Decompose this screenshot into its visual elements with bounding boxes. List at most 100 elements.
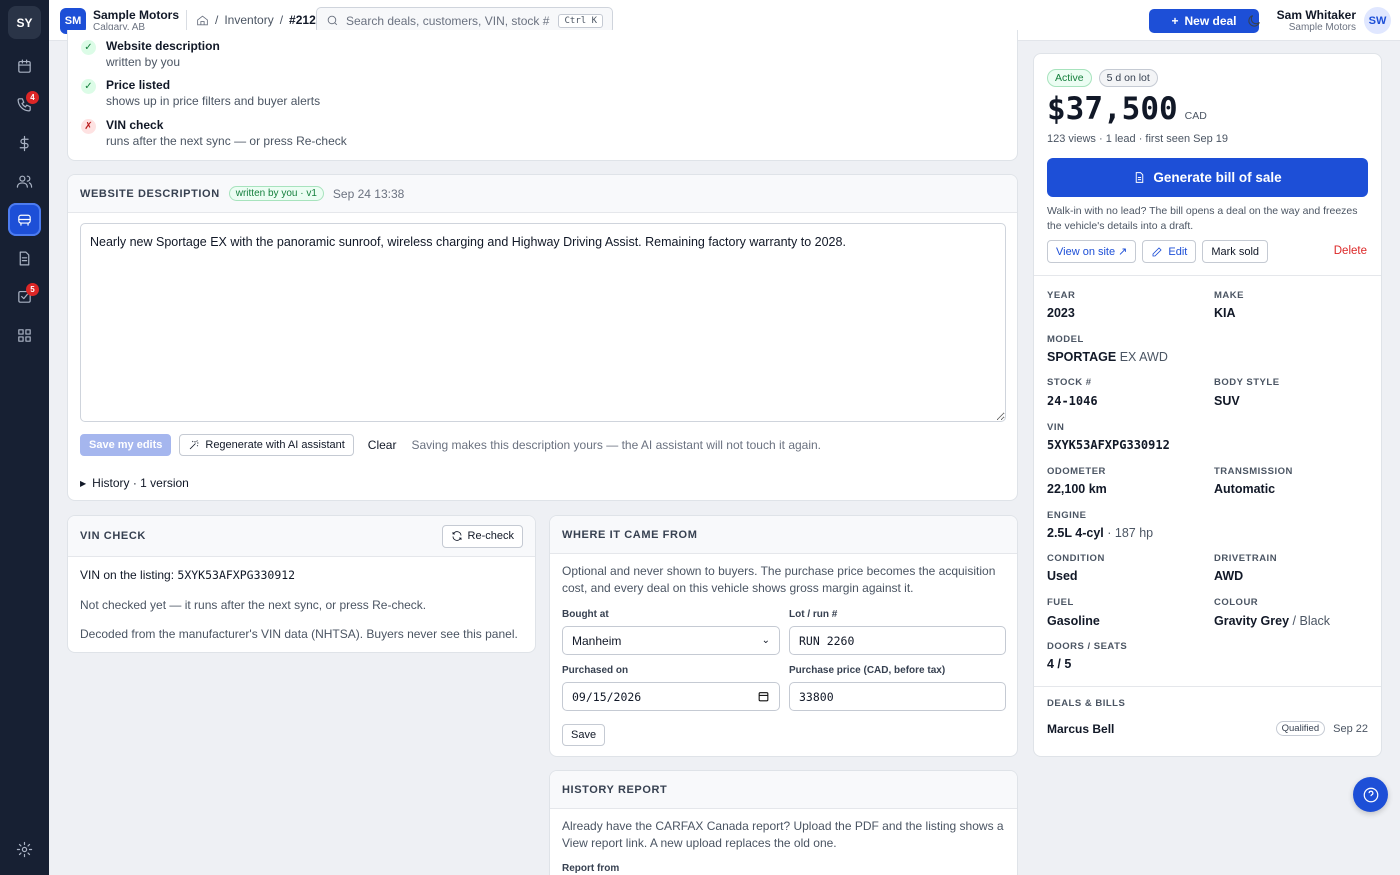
breadcrumb-sep: / (215, 13, 219, 27)
engine-size: 2.5L 4-cyl (1047, 526, 1104, 540)
card-title: VIN CHECK (80, 530, 146, 542)
edit-button[interactable]: Edit (1142, 240, 1197, 263)
cross-icon: ✗ (81, 119, 96, 134)
check-icon: ✓ (81, 79, 96, 94)
tasks-nav[interactable]: 5 (8, 280, 41, 313)
users-icon (16, 175, 33, 188)
apps-nav[interactable] (8, 319, 41, 352)
model-trim: EX AWD (1119, 350, 1168, 364)
make-label: MAKE (1214, 290, 1244, 301)
odometer-value: 22,100 km (1047, 482, 1107, 496)
grid-icon (18, 329, 31, 342)
card-title: HISTORY REPORT (562, 783, 668, 796)
plus-icon: + (1171, 14, 1179, 28)
delete-button[interactable]: Delete (1334, 245, 1367, 257)
user-avatar[interactable]: SW (1364, 7, 1391, 34)
price-currency: CAD (1184, 110, 1207, 122)
bought-at-label: Bought at (562, 609, 609, 620)
moon-icon (1248, 15, 1260, 27)
recheck-button[interactable]: Re-check (441, 524, 523, 548)
save-origin-button[interactable]: Save (562, 724, 606, 746)
history-toggle[interactable]: ▶ History · 1 version (80, 476, 189, 490)
car-icon (18, 214, 31, 226)
checklist-item: ✓ Website description written by you (81, 39, 220, 71)
checklist-detail: written by you (106, 55, 181, 69)
vin-label: VIN (1047, 422, 1065, 433)
make-value: KIA (1214, 306, 1236, 320)
settings-nav[interactable] (8, 833, 41, 866)
mark-sold-button[interactable]: Mark sold (1202, 240, 1269, 263)
chevron-down-icon: ⌄ (761, 635, 770, 646)
purchase-price-label: Purchase price (CAD, before tax) (789, 665, 946, 676)
breadcrumb-sep: / (279, 13, 284, 27)
org-name: Sample Motors (93, 8, 180, 22)
home-icon[interactable] (196, 14, 209, 27)
vin-note: Decoded from the manufacturer's VIN data… (80, 627, 518, 641)
inventory-nav[interactable] (8, 203, 41, 236)
deal-status-badge: Qualified (1275, 721, 1326, 736)
search-shortcut: Ctrl K (558, 14, 603, 28)
stock-value: 24-1046 (1047, 394, 1098, 408)
workspace-logo[interactable]: SY (8, 6, 41, 39)
deal-row[interactable]: Marcus Bell Qualified Sep 22 (1047, 721, 1368, 736)
report-from-label: Report from (562, 863, 620, 874)
description-card: WEBSITE DESCRIPTION written by you · v1 … (67, 174, 1018, 501)
generate-bill-button[interactable]: Generate bill of sale (1047, 158, 1368, 197)
drivetrain-label: DRIVETRAIN (1214, 553, 1278, 564)
search-input[interactable] (346, 13, 551, 28)
checklist-title: Price listed (106, 78, 171, 92)
help-button[interactable] (1353, 777, 1388, 812)
calls-nav[interactable]: 4 (8, 88, 41, 121)
body-style-label: BODY STYLE (1214, 377, 1280, 388)
calendar-icon[interactable] (757, 690, 770, 703)
customers-nav[interactable] (8, 165, 41, 198)
purchase-price-input[interactable]: 33800 (789, 682, 1006, 711)
checklist-detail: shows up in price filters and buyer aler… (106, 94, 321, 108)
finance-nav[interactable] (8, 127, 41, 160)
generate-bill-label: Generate bill of sale (1153, 170, 1282, 185)
card-header: WHERE IT CAME FROM (550, 516, 1017, 554)
listing-vin: 5XYK53AFXPG330912 (177, 568, 296, 582)
doors-seats-label: DOORS / SEATS (1047, 641, 1128, 652)
year-label: YEAR (1047, 290, 1076, 301)
user-menu[interactable]: Sam Whitaker Sample Motors (1277, 8, 1356, 33)
lot-input[interactable]: RUN 2260 (789, 626, 1006, 655)
divider (1034, 686, 1381, 687)
checklist-item: ✓ Price listed shows up in price filters… (81, 78, 320, 110)
bill-note: Walk-in with no lead? The bill opens a d… (1047, 205, 1358, 232)
purchased-on-input[interactable]: 09/15/2026 (562, 682, 780, 711)
new-deal-label: New deal (1184, 14, 1237, 28)
doors-seats-value: 4 / 5 (1047, 657, 1072, 671)
model-label: MODEL (1047, 334, 1084, 345)
user-org: Sample Motors (1288, 22, 1356, 33)
condition-label: CONDITION (1047, 553, 1105, 564)
description-textarea[interactable] (80, 223, 1006, 422)
breadcrumb-inventory[interactable]: Inventory (224, 13, 273, 27)
transmission-value: Automatic (1214, 482, 1276, 496)
checklist-detail: runs after the next sync — or press Re-c… (106, 134, 347, 148)
calendar-icon (18, 59, 31, 73)
check-icon: ✓ (81, 40, 96, 55)
divider (1034, 275, 1381, 276)
refresh-icon (452, 531, 461, 541)
drivetrain-value: AWD (1214, 569, 1244, 583)
body-style-value: SUV (1214, 394, 1240, 408)
history-report-card: HISTORY REPORT Already have the CARFAX C… (549, 770, 1018, 875)
bought-at-select[interactable]: Manheim ⌄ (562, 626, 780, 655)
view-on-site-button[interactable]: View on site ↗ (1047, 240, 1137, 263)
authorship-badge: written by you · v1 (228, 186, 324, 201)
user-name: Sam Whitaker (1276, 8, 1356, 22)
theme-toggle[interactable] (1246, 13, 1262, 32)
documents-nav[interactable] (8, 242, 41, 275)
new-deal-button[interactable]: + New deal (1149, 9, 1259, 33)
save-edits-button[interactable]: Save my edits (80, 434, 172, 456)
engine-label: ENGINE (1047, 510, 1087, 521)
description-actions: Save my edits Regenerate with AI assista… (80, 434, 821, 456)
edit-label: Edit (1168, 245, 1188, 258)
save-hint: Saving makes this description yours — th… (411, 438, 822, 452)
exterior-colour: Gravity Grey (1214, 614, 1290, 628)
checklist-title: VIN check (106, 118, 164, 132)
calendar-nav[interactable] (8, 50, 41, 83)
regenerate-button[interactable]: Regenerate with AI assistant (179, 434, 354, 456)
clear-button[interactable]: Clear (368, 438, 397, 452)
